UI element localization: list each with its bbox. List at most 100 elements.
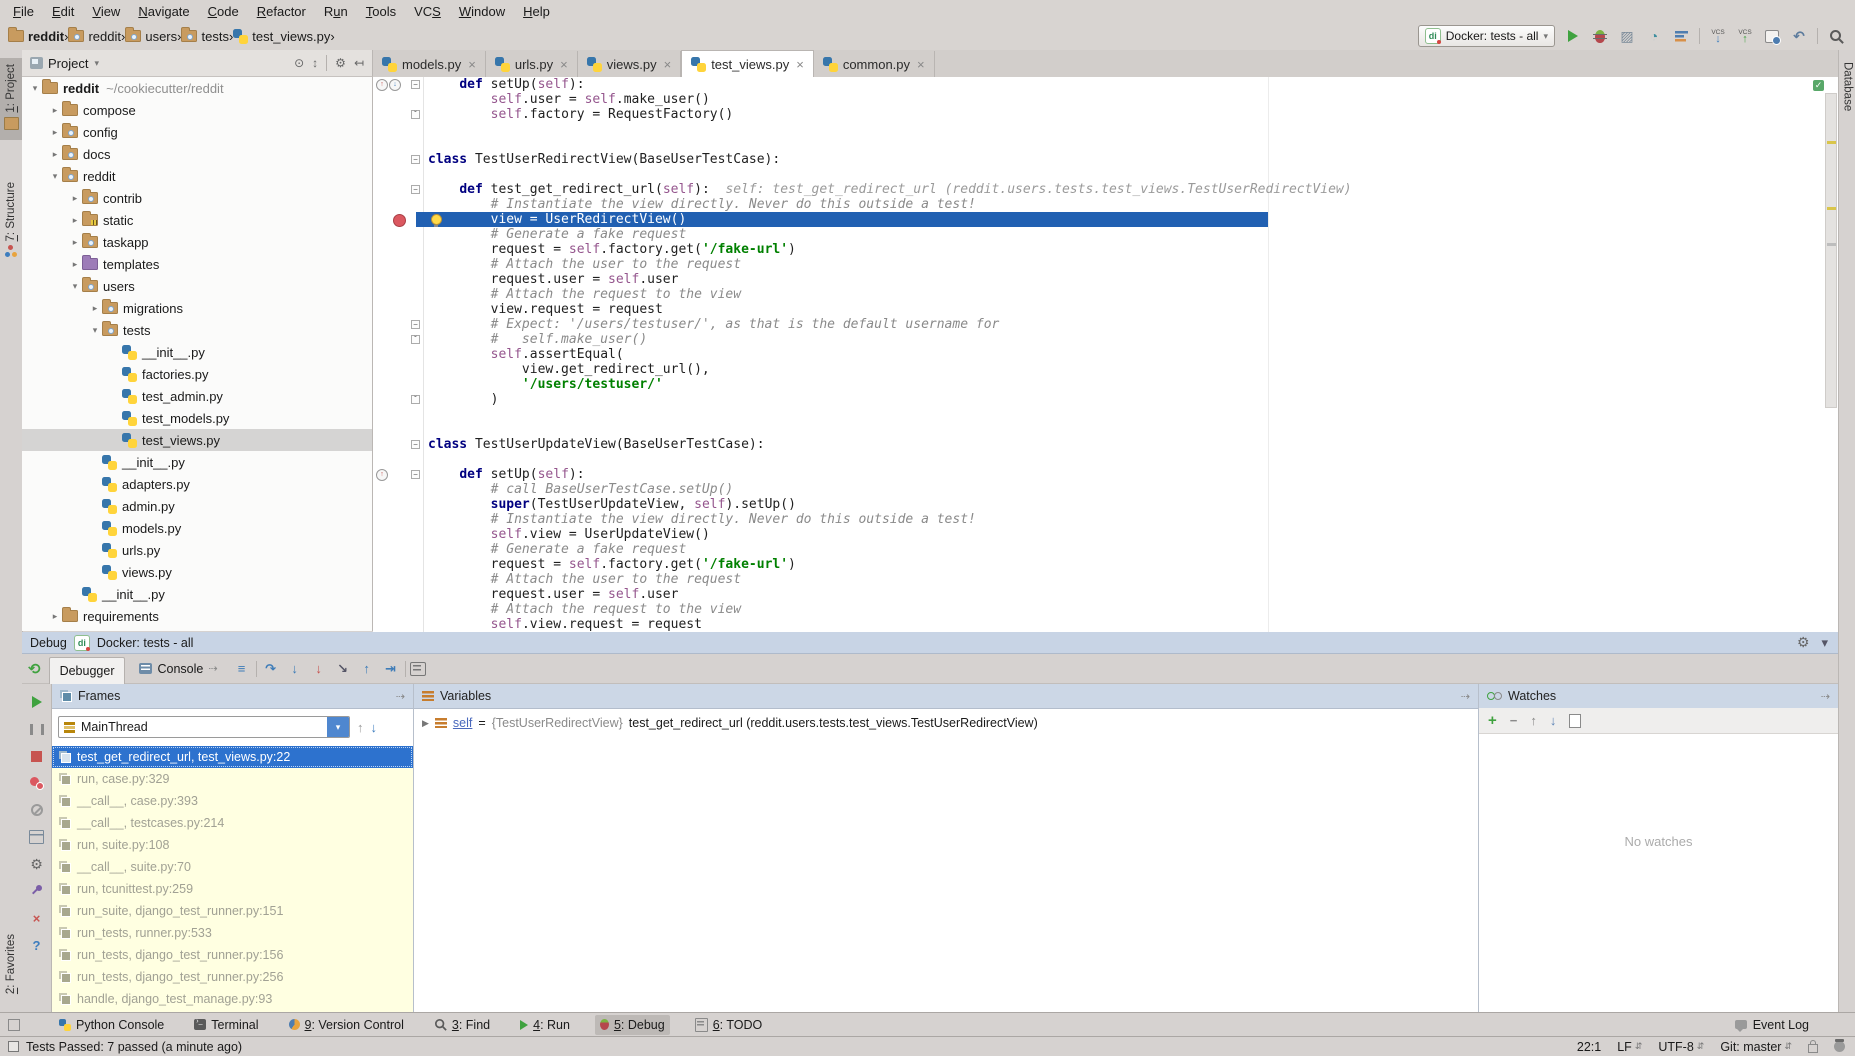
tab-debugger[interactable]: Debugger <box>49 657 126 684</box>
code-line[interactable]: super(TestUserUpdateView, self).setUp() <box>373 497 1838 512</box>
code-line[interactable]: −class TestUserRedirectView(BaseUserTest… <box>373 152 1838 167</box>
step-into-my-code-button[interactable]: ↓ <box>309 659 329 679</box>
restore-windows-icon[interactable] <box>8 1019 20 1031</box>
settings-gear-icon[interactable]: ⚙ <box>335 56 346 70</box>
fold-marker[interactable]: ˇ <box>411 395 420 404</box>
tree-item-requirements[interactable]: ▸requirements <box>22 605 372 627</box>
tab-views-py[interactable]: views.py× <box>578 51 681 77</box>
tree-item-test_models-py[interactable]: test_models.py <box>22 407 372 429</box>
step-over-button[interactable]: ↷ <box>261 659 281 679</box>
code-line[interactable]: # Instantiate the view directly. Never d… <box>373 512 1838 527</box>
code-line[interactable] <box>373 137 1838 152</box>
code-line[interactable]: view.request = request <box>373 302 1838 317</box>
vcs-commit-button[interactable]: VCS↑ <box>1736 27 1754 45</box>
tree-item-__init__-py[interactable]: __init__.py <box>22 451 372 473</box>
event-log-button[interactable]: Event Log <box>1753 1018 1809 1032</box>
hector-inspector-icon[interactable] <box>1834 1041 1845 1052</box>
tree-item-config[interactable]: ▸config <box>22 121 372 143</box>
code-line[interactable]: # Attach the request to the view <box>373 287 1838 302</box>
search-everywhere-button[interactable] <box>1827 27 1845 45</box>
code-line[interactable]: view.get_redirect_url(), <box>373 362 1838 377</box>
move-watch-up-button[interactable]: ↑ <box>1530 713 1537 728</box>
breadcrumb-item[interactable]: reddit <box>8 29 64 44</box>
code-editor[interactable]: ↑↓− def setUp(self): self.user = self.ma… <box>373 77 1838 632</box>
remove-watch-button[interactable]: − <box>1510 713 1518 728</box>
tree-item-admin-py[interactable]: admin.py <box>22 495 372 517</box>
code-line[interactable]: self.view.request = request <box>373 617 1838 632</box>
menu-item-window[interactable]: Window <box>450 4 514 19</box>
tree-item-reddit[interactable]: ▾reddit~/cookiecutter/reddit <box>22 77 372 99</box>
run-marker-icons[interactable]: ↑↓ <box>376 79 401 91</box>
pin-tab-button[interactable] <box>29 883 45 899</box>
chevron-down-icon[interactable]: ▾ <box>94 58 99 69</box>
stack-frame-row[interactable]: test_get_redirect_url, test_views.py:22 <box>52 746 413 768</box>
fold-marker[interactable]: − <box>411 80 420 89</box>
tree-item-views-py[interactable]: views.py <box>22 561 372 583</box>
tree-item-templates[interactable]: ▸templates <box>22 253 372 275</box>
duplicate-watch-button[interactable] <box>1569 714 1581 728</box>
inspections-ok-icon[interactable]: ✓ <box>1813 80 1824 91</box>
toolwindow-button-python-console[interactable]: Python Console <box>54 1015 169 1035</box>
code-line[interactable]: # Attach the request to the view <box>373 602 1838 617</box>
code-line[interactable]: −class TestUserUpdateView(BaseUserTestCa… <box>373 437 1838 452</box>
menu-item-run[interactable]: Run <box>315 4 357 19</box>
code-line[interactable]: self.assertEqual( <box>373 347 1838 362</box>
code-line[interactable]: # Instantiate the view directly. Never d… <box>373 197 1838 212</box>
menu-item-refactor[interactable]: Refactor <box>248 4 315 19</box>
tree-item-docs[interactable]: ▸docs <box>22 143 372 165</box>
stack-frame-row[interactable]: handle, django_test_manage.py:93 <box>52 988 413 1010</box>
help-button[interactable]: ? <box>29 937 45 953</box>
menu-item-tools[interactable]: Tools <box>357 4 405 19</box>
close-icon[interactable]: × <box>917 57 925 72</box>
rollback-button[interactable]: ↶ <box>1790 27 1808 45</box>
menu-item-vcs[interactable]: VCS <box>405 4 450 19</box>
tree-item-compose[interactable]: ▸compose <box>22 99 372 121</box>
toolwindow-button-terminal[interactable]: Terminal <box>189 1015 263 1035</box>
show-execution-point-button[interactable]: ≡ <box>232 659 252 679</box>
tree-item-adapters-py[interactable]: adapters.py <box>22 473 372 495</box>
fold-marker[interactable]: − <box>411 470 420 479</box>
fold-marker[interactable]: ˇ <box>411 335 420 344</box>
tab-console[interactable]: Console ⇢ <box>129 657 227 681</box>
code-line[interactable]: request.user = self.user <box>373 272 1838 287</box>
local-history-button[interactable] <box>1763 27 1781 45</box>
stack-frame-row[interactable]: run, case.py:329 <box>52 768 413 790</box>
code-line[interactable]: # call BaseUserTestCase.setUp() <box>373 482 1838 497</box>
frame-down-button[interactable]: ↓ <box>371 720 378 735</box>
code-line[interactable]: ˇ ) <box>373 392 1838 407</box>
tree-item-tests[interactable]: ▾tests <box>22 319 372 341</box>
toolwindow-button-5--debug[interactable]: 5: Debug <box>595 1015 670 1035</box>
stack-frame-row[interactable]: run_tests, django_test_runner.py:156 <box>52 944 413 966</box>
stack-frame-row[interactable]: run_tests, runner.py:533 <box>52 922 413 944</box>
pause-button[interactable] <box>29 721 45 737</box>
code-line[interactable] <box>373 167 1838 182</box>
code-line[interactable] <box>373 122 1838 137</box>
code-line[interactable]: self.view = UserUpdateView() <box>373 527 1838 542</box>
menu-item-file[interactable]: File <box>4 4 43 19</box>
tree-item-models-py[interactable]: models.py <box>22 517 372 539</box>
tab-common-py[interactable]: common.py× <box>814 51 935 77</box>
toolwindow-button-3--find[interactable]: 3: Find <box>429 1015 495 1035</box>
menu-item-code[interactable]: Code <box>199 4 248 19</box>
code-line[interactable]: − def test_get_redirect_url(self): self:… <box>373 182 1838 197</box>
code-line[interactable]: # Generate a fake request <box>373 227 1838 242</box>
step-out-button[interactable]: ↑ <box>357 659 377 679</box>
code-line[interactable]: request = self.factory.get('/fake-url') <box>373 557 1838 572</box>
debugger-settings-button[interactable]: ⚙ <box>29 856 45 872</box>
tree-item-reddit[interactable]: ▾reddit <box>22 165 372 187</box>
add-watch-button[interactable]: + <box>1488 712 1497 729</box>
code-line[interactable]: ↑− def setUp(self): <box>373 467 1838 482</box>
tab-models-py[interactable]: models.py× <box>373 51 486 77</box>
menu-item-edit[interactable]: Edit <box>43 4 83 19</box>
frame-up-button[interactable]: ↑ <box>357 720 364 735</box>
tree-item-__init__-py[interactable]: __init__.py <box>22 583 372 605</box>
tree-item-test_admin-py[interactable]: test_admin.py <box>22 385 372 407</box>
thread-select[interactable]: MainThread ▾ <box>58 716 350 738</box>
code-line[interactable] <box>373 452 1838 467</box>
tree-item-users[interactable]: ▾users <box>22 275 372 297</box>
stack-frame-row[interactable]: run_suite, django_test_runner.py:151 <box>52 900 413 922</box>
debug-settings-gear-icon[interactable]: ⚙ <box>1797 634 1810 651</box>
fold-marker[interactable]: − <box>411 155 420 164</box>
mute-breakpoints-button[interactable] <box>29 802 45 818</box>
status-segment-22-1[interactable]: 22:1 <box>1577 1040 1601 1054</box>
